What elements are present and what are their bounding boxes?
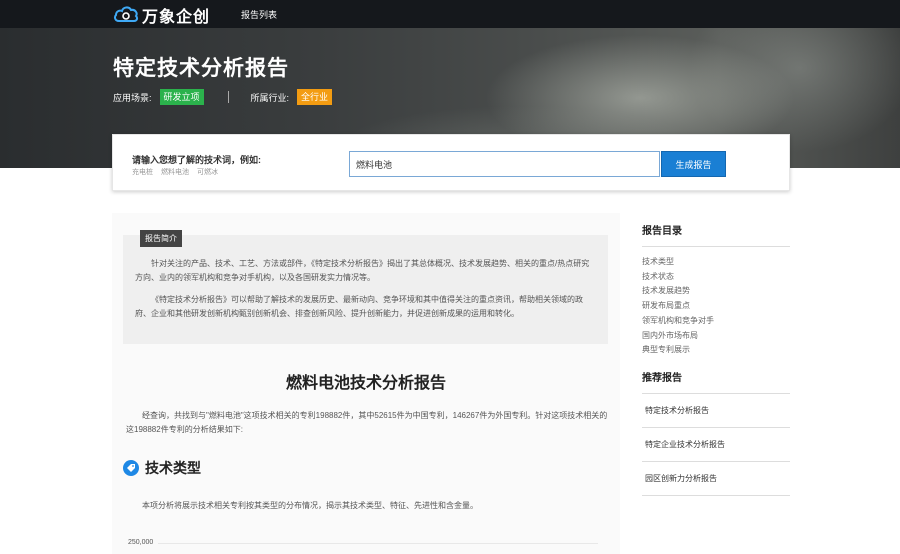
- toc-item[interactable]: 国内外市场布局: [642, 329, 790, 344]
- divider: [642, 246, 790, 247]
- scene-tag: 研发立项: [159, 89, 204, 105]
- tag-icon: [123, 460, 139, 476]
- example-chip[interactable]: 燃料电池: [161, 167, 189, 177]
- toc-item[interactable]: 技术状态: [642, 270, 790, 285]
- recommended-title: 推荐报告: [642, 372, 682, 384]
- logo[interactable]: 万象企创: [113, 3, 210, 27]
- search-input[interactable]: [349, 151, 660, 177]
- recommended-item[interactable]: 特定技术分析报告: [642, 394, 790, 428]
- recommended-list: 特定技术分析报告 特定企业技术分析报告 园区创新力分析报告: [642, 394, 790, 496]
- search-label: 请输入您想了解的技术词，例如:: [132, 155, 261, 165]
- example-chip[interactable]: 可燃冰: [197, 167, 218, 177]
- top-bar: 万象企创 报告列表: [0, 0, 900, 28]
- report-content: 报告简介 针对关注的产品、技术、工艺、方法或部件，《特定技术分析报告》揭出了其总…: [112, 213, 620, 554]
- toc-item[interactable]: 典型专利展示: [642, 343, 790, 358]
- example-chip[interactable]: 充电桩: [132, 167, 153, 177]
- page-title: 特定技术分析报告: [113, 57, 289, 80]
- search-card: 请输入您想了解的技术词，例如: 充电桩 燃料电池 可燃冰 生成报告: [112, 134, 790, 191]
- sidebar: 报告目录 技术类型 技术状态 技术发展趋势 研发布局重点 领军机构和竞争对手 国…: [642, 222, 790, 496]
- section-description: 本项分析将展示技术相关专利按其类型的分布情况，揭示其技术类型、特征、先进性和含金…: [142, 501, 478, 510]
- generate-report-button[interactable]: 生成报告: [661, 151, 726, 177]
- search-examples: 充电桩 燃料电池 可燃冰: [132, 167, 226, 177]
- hero-meta: 应用场景: 研发立项 所属行业: 全行业: [113, 89, 333, 105]
- recommended-item[interactable]: 特定企业技术分析报告: [642, 428, 790, 462]
- meta-divider: [227, 91, 229, 103]
- toc-title: 报告目录: [642, 226, 682, 237]
- toc-item[interactable]: 领军机构和竞争对手: [642, 314, 790, 329]
- logo-text: 万象企创: [142, 9, 211, 26]
- intro-paragraph: 《特定技术分析报告》可以帮助了解技术的发展历史、最新动向、竞争环境和其中值得关注…: [135, 295, 583, 318]
- cloud-logo-icon: [114, 6, 139, 22]
- chart-axis-tick: 250,000: [128, 539, 154, 546]
- industry-tag: 全行业: [297, 89, 333, 105]
- chart-gridline: [158, 543, 598, 544]
- toc-item[interactable]: 技术类型: [642, 255, 790, 270]
- report-title: 燃料电池技术分析报告: [285, 375, 446, 392]
- scene-label: 应用场景:: [113, 92, 152, 103]
- toc-list: 技术类型 技术状态 技术发展趋势 研发布局重点 领军机构和竞争对手 国内外市场布…: [642, 255, 790, 358]
- toc-item[interactable]: 研发布局重点: [642, 299, 790, 314]
- intro-box: 报告简介 针对关注的产品、技术、工艺、方法或部件，《特定技术分析报告》揭出了其总…: [123, 230, 608, 344]
- section-title: 技术类型: [145, 460, 201, 476]
- recommended-item[interactable]: 园区创新力分析报告: [642, 462, 790, 496]
- report-summary: 经查询，共找到与"燃料电池"这项技术相关的专利198882件，其中52615件为…: [126, 411, 608, 434]
- section-heading: 技术类型: [123, 458, 201, 478]
- nav-report-list[interactable]: 报告列表: [241, 8, 277, 21]
- intro-tag: 报告简介: [140, 230, 182, 247]
- intro-paragraph: 针对关注的产品、技术、工艺、方法或部件，《特定技术分析报告》揭出了其总体概况、技…: [135, 259, 590, 282]
- industry-label: 所属行业:: [250, 92, 290, 103]
- toc-item[interactable]: 技术发展趋势: [642, 284, 790, 299]
